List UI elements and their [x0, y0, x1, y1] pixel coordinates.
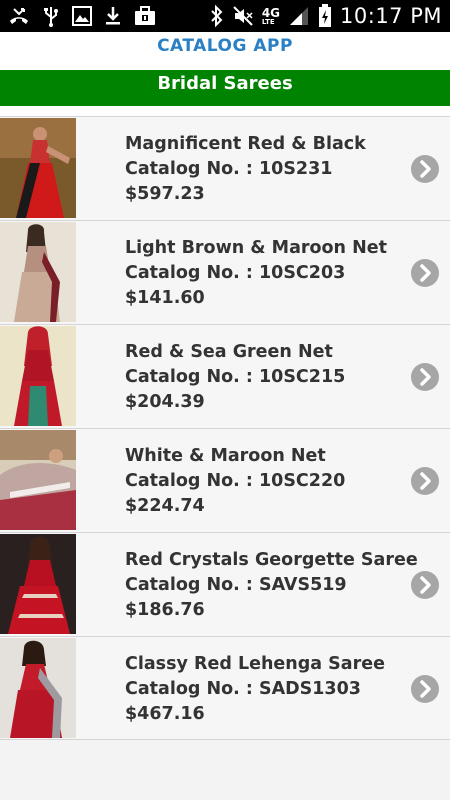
product-name: Classy Red Lehenga Saree: [125, 654, 385, 674]
product-price: $186.76: [125, 600, 205, 620]
list-item[interactable]: Light Brown & Maroon Net Catalog No. : 1…: [0, 220, 450, 324]
signal-icon: [288, 5, 310, 27]
app-title: CATALOG APP: [157, 36, 293, 56]
product-name: White & Maroon Net: [125, 446, 326, 466]
product-price: $204.39: [125, 392, 205, 412]
network-type: 4G LTE: [261, 5, 281, 26]
chevron-right-icon[interactable]: [411, 467, 439, 495]
product-price: $597.23: [125, 184, 205, 204]
briefcase-icon: [134, 6, 156, 26]
product-list: Magnificent Red & Black Catalog No. : 10…: [0, 116, 450, 740]
catalog-number: Catalog No. : SAVS519: [125, 575, 347, 595]
product-name: Red Crystals Georgette Saree: [125, 550, 418, 570]
missed-call-icon: [8, 5, 30, 27]
list-item[interactable]: Magnificent Red & Black Catalog No. : 10…: [0, 116, 450, 220]
product-image: [0, 118, 76, 218]
image-icon: [72, 6, 92, 26]
notification-icons: [8, 4, 156, 28]
product-image: [0, 638, 76, 738]
chevron-right-icon[interactable]: [411, 155, 439, 183]
product-info: Magnificent Red & Black Catalog No. : 10…: [125, 132, 405, 207]
battery-icon: [318, 4, 332, 28]
chevron-right-icon[interactable]: [411, 571, 439, 599]
download-icon: [104, 5, 122, 27]
category-bar: Bridal Sarees: [0, 70, 450, 106]
chevron-right-icon[interactable]: [411, 675, 439, 703]
product-price: $467.16: [125, 704, 205, 724]
product-name: Red & Sea Green Net: [125, 342, 333, 362]
list-item[interactable]: Classy Red Lehenga Saree Catalog No. : S…: [0, 636, 450, 740]
catalog-number: Catalog No. : SADS1303: [125, 679, 361, 699]
catalog-number: Catalog No. : 10SC203: [125, 263, 346, 283]
product-image: [0, 222, 76, 322]
product-info: White & Maroon Net Catalog No. : 10SC220…: [125, 444, 405, 519]
list-item[interactable]: Red Crystals Georgette Saree Catalog No.…: [0, 532, 450, 636]
product-price: $141.60: [125, 288, 205, 308]
header-spacer: [0, 106, 450, 116]
product-name: Magnificent Red & Black: [125, 134, 366, 154]
list-item[interactable]: White & Maroon Net Catalog No. : 10SC220…: [0, 428, 450, 532]
clock: 10:17 PM: [340, 4, 442, 28]
system-icons: 4G LTE 10:17 PM: [210, 3, 442, 29]
chevron-right-icon[interactable]: [411, 259, 439, 287]
product-image: [0, 534, 76, 634]
product-info: Classy Red Lehenga Saree Catalog No. : S…: [125, 652, 405, 727]
mute-icon: [232, 5, 254, 27]
product-image: [0, 326, 76, 426]
category-title: Bridal Sarees: [157, 73, 293, 94]
product-name: Light Brown & Maroon Net: [125, 238, 387, 258]
status-bar: 4G LTE 10:17 PM: [0, 0, 450, 32]
product-image: [0, 430, 76, 530]
catalog-number: Catalog No. : 10S231: [125, 159, 333, 179]
catalog-number: Catalog No. : 10SC220: [125, 471, 346, 491]
product-info: Red Crystals Georgette Saree Catalog No.…: [125, 548, 418, 623]
product-price: $224.74: [125, 496, 205, 516]
usb-icon: [42, 5, 60, 27]
app-header: CATALOG APP: [0, 32, 450, 70]
catalog-number: Catalog No. : 10SC215: [125, 367, 346, 387]
product-info: Light Brown & Maroon Net Catalog No. : 1…: [125, 236, 405, 311]
chevron-right-icon[interactable]: [411, 363, 439, 391]
list-item[interactable]: Red & Sea Green Net Catalog No. : 10SC21…: [0, 324, 450, 428]
bluetooth-icon: [210, 5, 224, 27]
product-info: Red & Sea Green Net Catalog No. : 10SC21…: [125, 340, 405, 415]
